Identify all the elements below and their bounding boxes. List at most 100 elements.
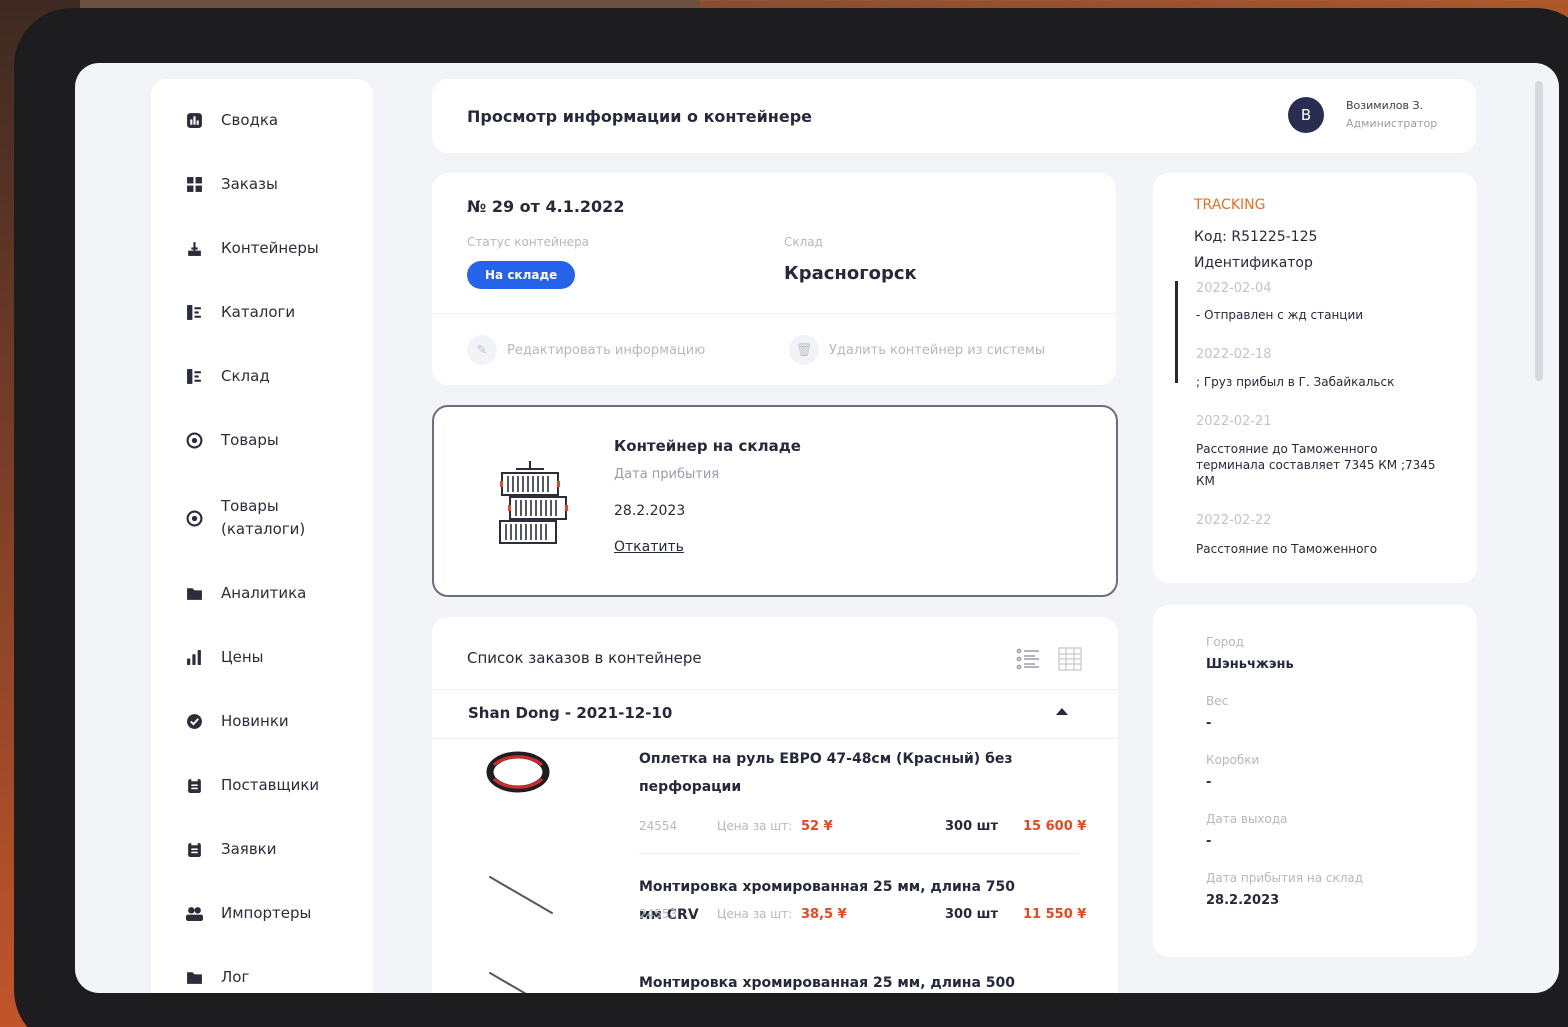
warehouse-icon	[185, 367, 203, 385]
status-badge[interactable]: На складе	[467, 261, 576, 289]
sidebar-item-label: Товары	[221, 497, 279, 515]
exit-date-value: -	[1206, 834, 1212, 849]
shipping-container-icon	[499, 461, 568, 544]
exit-date-label: Дата выхода	[1206, 812, 1288, 826]
city-value: Шэньчжэнь	[1206, 657, 1294, 672]
sidebar-item-label: Аналитика	[221, 584, 307, 602]
order-item-sku: 24554	[639, 819, 678, 833]
order-item-meta: 24553 Цена за шт: 38,5 ¥ 300 шт 11 550 ¥	[639, 907, 1089, 927]
sidebar-item-containers[interactable]: Контейнеры	[185, 239, 319, 257]
sidebar-item-label: Каталоги	[221, 303, 296, 321]
order-item-name[interactable]: Оплетка на руль ЕВРО 47-48см (Красный) б…	[639, 745, 1019, 801]
sidebar-item-label: Поставщики	[221, 776, 320, 794]
sidebar-item-warehouse[interactable]: Склад	[185, 367, 270, 385]
sidebar-item-label: Сводка	[221, 111, 279, 129]
sidebar-item-goods[interactable]: Товары	[185, 431, 279, 449]
collapse-caret-icon[interactable]	[1056, 708, 1068, 715]
trash-icon: 🗑	[789, 335, 819, 365]
event-date: 2022-02-18	[1196, 347, 1272, 362]
pry-bar-image	[489, 972, 527, 993]
grid-view-icon[interactable]	[1058, 647, 1082, 671]
sidebar-item-analytics[interactable]: Аналитика	[185, 584, 306, 602]
arrival-warehouse-value: 28.2.2023	[1206, 893, 1280, 908]
order-item-qty: 300 шт	[945, 907, 999, 922]
sidebar-item-importers[interactable]: Импортеры	[185, 904, 311, 922]
price-label: Цена за шт:	[717, 819, 793, 833]
order-item-meta: 24554 Цена за шт: 52 ¥ 300 шт 15 600 ¥	[639, 819, 1089, 839]
tablet-frame: Сводка Заказы Контейнеры Каталоги Склад …	[14, 8, 1568, 1027]
pry-bar-image	[489, 876, 553, 914]
user-name[interactable]: Возимилов З.	[1346, 99, 1423, 112]
order-group-header[interactable]: Shan Dong - 2021-12-10	[432, 689, 1118, 739]
price-label: Цена за шт:	[717, 907, 793, 921]
weight-label: Вес	[1206, 694, 1229, 708]
tracking-card: TRACKING Код: R51225-125 Идентификатор 2…	[1153, 173, 1477, 583]
warehouse-label: Склад	[784, 235, 823, 249]
sidebar-item-catalogs[interactable]: Каталоги	[185, 303, 295, 321]
order-item-name[interactable]: Монтировка хромированная 25 мм, длина 50…	[639, 969, 1019, 993]
warehouse-value: Красногорск	[784, 263, 917, 284]
order-item-total: 15 600 ¥	[1023, 819, 1087, 834]
list-view-icon[interactable]	[1016, 647, 1040, 671]
sidebar-item-label: Цены	[221, 648, 264, 666]
boxes-value: -	[1206, 775, 1212, 790]
bar-chart-icon	[185, 648, 203, 666]
container-info-card: № 29 от 4.1.2022 Статус контейнера На ск…	[432, 173, 1116, 385]
users-icon	[185, 904, 203, 922]
container-status-card: Контейнер на складе Дата прибытия 28.2.2…	[432, 405, 1118, 597]
page-header: Просмотр информации о контейнере В Возим…	[432, 79, 1476, 153]
tracking-id-label: Идентификатор	[1194, 255, 1313, 271]
tracking-heading: TRACKING	[1194, 197, 1266, 213]
weight-value: -	[1206, 716, 1212, 731]
edit-icon: ✎	[467, 335, 497, 365]
sidebar-item-label: (каталоги)	[221, 520, 306, 538]
tracking-code: Код: R51225-125	[1194, 229, 1318, 245]
item-divider	[639, 853, 1079, 854]
rollback-link[interactable]: Откатить	[614, 539, 684, 555]
sidebar-item-summary[interactable]: Сводка	[185, 111, 278, 129]
badge-check-icon	[185, 712, 203, 730]
status-card-title: Контейнер на складе	[614, 437, 801, 455]
sidebar-item-label: Контейнеры	[221, 239, 319, 257]
container-icon	[185, 239, 203, 257]
sidebar-item-label: Новинки	[221, 712, 289, 730]
city-label: Город	[1206, 635, 1244, 649]
event-date: 2022-02-22	[1196, 513, 1272, 528]
sidebar-item-label-multiline: Товары (каталоги)	[221, 495, 305, 541]
order-item-price: 38,5 ¥	[801, 907, 847, 922]
sidebar-item-requests[interactable]: Заявки	[185, 840, 276, 858]
sidebar-item-prices[interactable]: Цены	[185, 648, 264, 666]
sidebar-item-orders[interactable]: Заказы	[185, 175, 278, 193]
sidebar-item-new[interactable]: Новинки	[185, 712, 289, 730]
status-label: Статус контейнера	[467, 235, 590, 249]
container-details-card: Город Шэньчжэнь Вес - Коробки - Дата вых…	[1153, 605, 1477, 957]
order-title: № 29 от 4.1.2022	[467, 197, 625, 216]
app-screen: Сводка Заказы Контейнеры Каталоги Склад …	[75, 63, 1559, 993]
orders-list-card: Список заказов в контейнере Shan Dong - …	[432, 617, 1118, 993]
event-text: - Отправлен с жд станции	[1196, 308, 1364, 322]
sidebar-item-label: Заказы	[221, 175, 278, 193]
sidebar-item-log[interactable]: Лог	[185, 968, 249, 986]
delete-container-button[interactable]: 🗑 Удалить контейнер из системы	[789, 335, 1045, 365]
avatar[interactable]: В	[1288, 97, 1324, 133]
edit-info-button[interactable]: ✎ Редактировать информацию	[467, 335, 705, 365]
order-item-qty: 300 шт	[945, 819, 999, 834]
sidebar-item-suppliers[interactable]: Поставщики	[185, 776, 319, 794]
event-text: Расстояние по Таможенного	[1196, 542, 1378, 556]
sidebar-item-goods-catalogs[interactable]: Товары (каталоги)	[185, 495, 305, 541]
goods-catalog-icon	[185, 509, 203, 527]
sidebar-item-label: Лог	[221, 968, 250, 986]
sidebar-item-label: Заявки	[221, 840, 277, 858]
arrival-date-label: Дата прибытия	[614, 467, 720, 482]
scrollbar[interactable]	[1535, 81, 1543, 381]
arrival-date-value: 28.2.2023	[614, 503, 686, 519]
sidebar-item-label: Склад	[221, 367, 270, 385]
user-role: Администратор	[1346, 117, 1438, 130]
timeline-indicator	[1175, 281, 1178, 383]
dashboard-icon	[185, 111, 203, 129]
event-text: ; Груз прибыл в Г. Забайкальск	[1196, 375, 1395, 389]
order-item-total: 11 550 ¥	[1023, 907, 1087, 922]
sidebar-item-label: Товары	[221, 431, 279, 449]
edit-info-label: Редактировать информацию	[507, 342, 706, 358]
folder-icon	[185, 968, 203, 986]
